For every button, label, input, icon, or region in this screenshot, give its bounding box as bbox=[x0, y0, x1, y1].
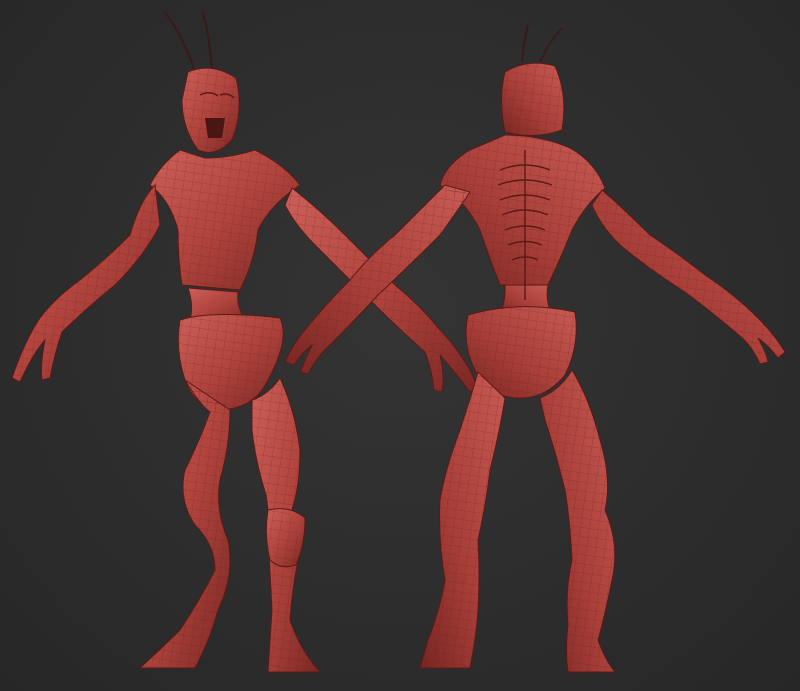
creature-front-view[interactable] bbox=[11, 11, 479, 673]
back-wireframe bbox=[285, 63, 785, 672]
viewport-canvas bbox=[11, 11, 786, 673]
creature-back-view[interactable] bbox=[284, 24, 786, 673]
front-wireframe bbox=[12, 68, 478, 672]
sculpt-viewport[interactable] bbox=[0, 0, 800, 691]
antenna-left bbox=[164, 11, 196, 73]
antenna-right bbox=[202, 11, 213, 71]
antenna-back-left bbox=[521, 24, 529, 63]
antenna-back-right bbox=[539, 27, 563, 63]
face-mandible bbox=[205, 118, 225, 138]
